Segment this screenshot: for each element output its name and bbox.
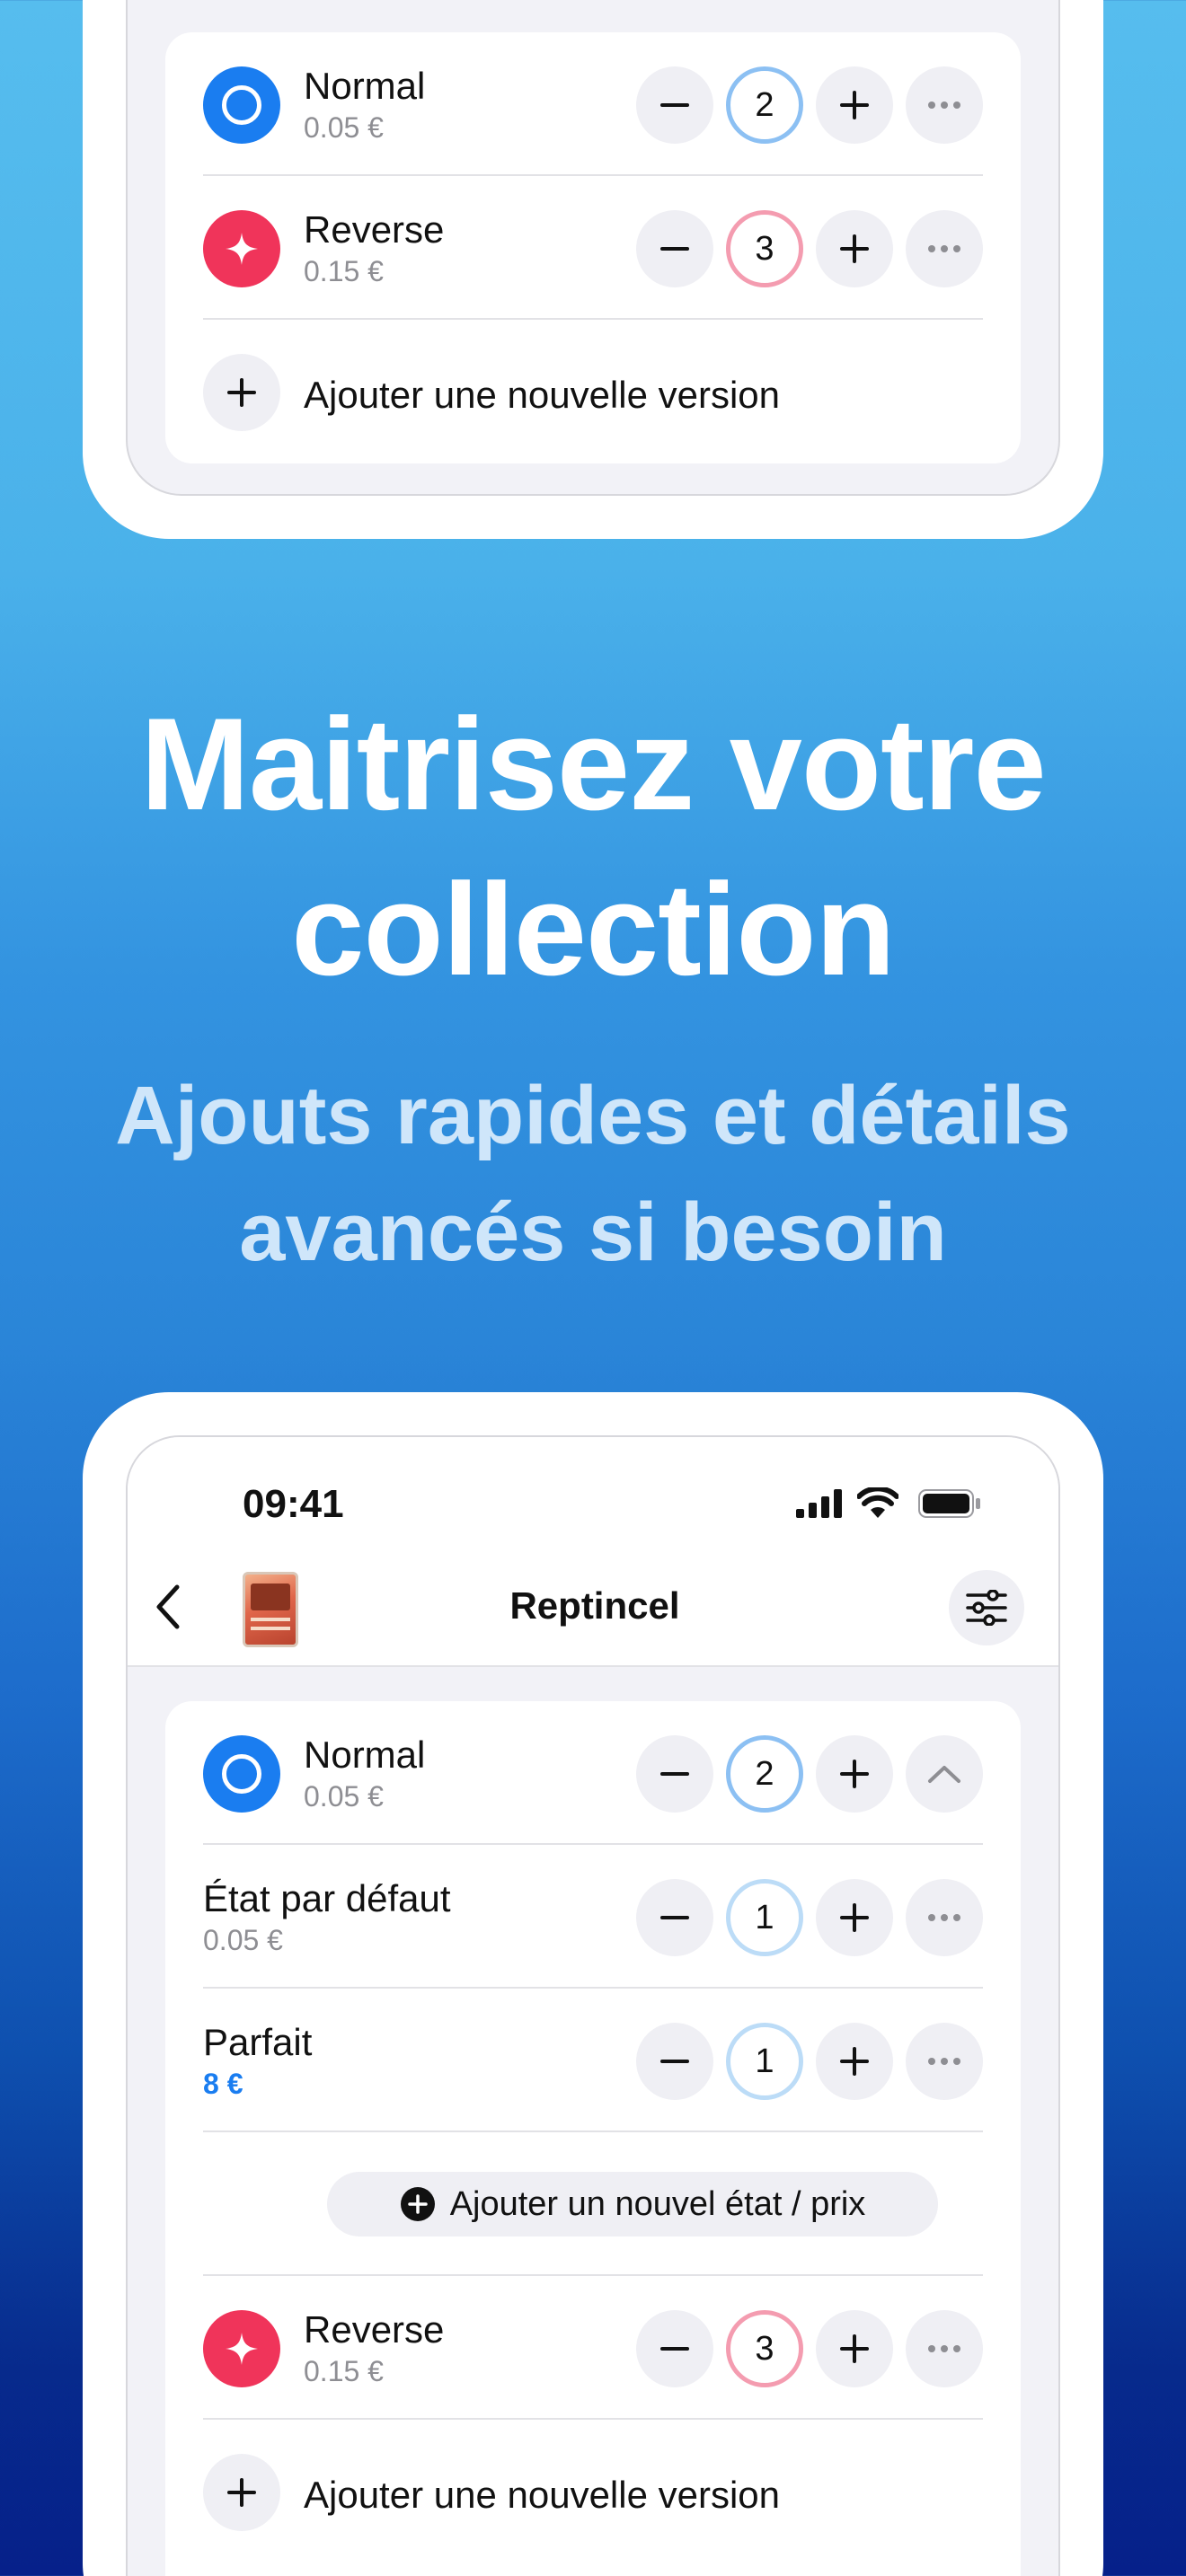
top-phone-frame: Normal 0.05 € 2 Reverse 0.15 € 3 Ajouter… bbox=[83, 0, 1103, 539]
condition-title: Parfait bbox=[203, 2021, 313, 2063]
add-condition-row: Ajouter un nouvel état / prix bbox=[203, 2132, 983, 2276]
version-detail-card: Normal 0.05 € 2 État par défaut 0.05 € 1… bbox=[165, 1701, 1021, 2576]
promo-subline-line2: avancés si besoin bbox=[239, 1187, 947, 1278]
minus-icon bbox=[660, 1916, 689, 1919]
version-title: Reverse bbox=[304, 208, 445, 251]
promo-headline-line2: collection bbox=[291, 856, 895, 1002]
sparkle-icon bbox=[203, 2310, 280, 2387]
circle-icon bbox=[203, 66, 280, 144]
bottom-phone-screen: 09:41 Reptincel Normal 0.05 € 2 État par… bbox=[126, 1435, 1060, 2576]
quantity-counter[interactable]: 2 bbox=[726, 1735, 803, 1813]
minus-icon bbox=[660, 247, 689, 251]
version-title: Normal bbox=[304, 65, 426, 107]
sparkle-icon bbox=[203, 210, 280, 287]
plus-icon bbox=[840, 1903, 869, 1932]
condition-row-default: État par défaut 0.05 € 1 bbox=[203, 1845, 983, 1989]
app-header: 09:41 Reptincel bbox=[128, 1437, 1058, 1667]
page-title: Reptincel bbox=[509, 1584, 680, 1627]
plus-icon bbox=[227, 378, 256, 407]
wifi-icon bbox=[857, 1487, 898, 1518]
condition-price: 0.05 € bbox=[203, 1924, 283, 1956]
collapse-button[interactable] bbox=[906, 1735, 983, 1813]
decrement-button[interactable] bbox=[636, 2310, 713, 2387]
minus-icon bbox=[660, 2060, 689, 2063]
more-options-button[interactable] bbox=[906, 210, 983, 287]
increment-button[interactable] bbox=[816, 2310, 893, 2387]
bottom-phone-frame: 09:41 Reptincel Normal 0.05 € 2 État par… bbox=[83, 1392, 1103, 2576]
decrement-button[interactable] bbox=[636, 2023, 713, 2100]
add-version-button[interactable] bbox=[203, 354, 280, 431]
version-row-normal: Normal 0.05 € 2 bbox=[203, 32, 983, 176]
status-time: 09:41 bbox=[243, 1482, 344, 1526]
ellipsis-icon bbox=[928, 245, 960, 252]
more-options-button[interactable] bbox=[906, 66, 983, 144]
plus-circle-icon bbox=[400, 2187, 435, 2221]
more-options-button[interactable] bbox=[906, 2023, 983, 2100]
decrement-button[interactable] bbox=[636, 1735, 713, 1813]
plus-icon bbox=[840, 2334, 869, 2363]
version-price: 0.05 € bbox=[304, 111, 384, 144]
promo-subline-line1: Ajouts rapides et détails bbox=[115, 1070, 1071, 1161]
version-price: 0.15 € bbox=[304, 2355, 384, 2387]
version-price: 0.15 € bbox=[304, 255, 384, 287]
minus-icon bbox=[660, 103, 689, 107]
plus-icon bbox=[227, 2478, 256, 2507]
minus-icon bbox=[660, 1772, 689, 1776]
ellipsis-icon bbox=[928, 101, 960, 109]
decrement-button[interactable] bbox=[636, 210, 713, 287]
cellular-signal-icon bbox=[796, 1489, 842, 1518]
quantity-counter[interactable]: 3 bbox=[726, 2310, 803, 2387]
ellipsis-icon bbox=[928, 1914, 960, 1921]
chevron-up-icon bbox=[928, 1766, 960, 1783]
battery-icon bbox=[918, 1489, 980, 1518]
version-row-normal: Normal 0.05 € 2 bbox=[203, 1701, 983, 1845]
decrement-button[interactable] bbox=[636, 1879, 713, 1956]
sliders-icon bbox=[966, 1590, 1007, 1626]
ellipsis-icon bbox=[928, 2345, 960, 2352]
plus-icon bbox=[840, 2047, 869, 2076]
add-version-label: Ajouter une nouvelle version bbox=[304, 2474, 781, 2516]
decrement-button[interactable] bbox=[636, 66, 713, 144]
version-row-reverse: Reverse 0.15 € 3 bbox=[203, 176, 983, 320]
version-title: Normal bbox=[304, 1734, 426, 1776]
filter-button[interactable] bbox=[949, 1570, 1024, 1645]
add-condition-button[interactable]: Ajouter un nouvel état / prix bbox=[327, 2172, 938, 2236]
increment-button[interactable] bbox=[816, 210, 893, 287]
increment-button[interactable] bbox=[816, 1735, 893, 1813]
add-version-row[interactable]: Ajouter une nouvelle version bbox=[203, 320, 983, 463]
increment-button[interactable] bbox=[816, 1879, 893, 1956]
ellipsis-icon bbox=[928, 2058, 960, 2065]
quantity-counter[interactable]: 1 bbox=[726, 1879, 803, 1956]
add-condition-label: Ajouter un nouvel état / prix bbox=[449, 2184, 866, 2223]
more-options-button[interactable] bbox=[906, 2310, 983, 2387]
minus-icon bbox=[660, 2347, 689, 2351]
condition-price: 8 € bbox=[203, 2068, 243, 2100]
condition-title: État par défaut bbox=[203, 1877, 451, 1919]
condition-row-parfait: Parfait 8 € 1 bbox=[203, 1989, 983, 2132]
version-price: 0.05 € bbox=[304, 1780, 384, 1813]
add-version-label: Ajouter une nouvelle version bbox=[304, 374, 781, 416]
quantity-counter[interactable]: 2 bbox=[726, 66, 803, 144]
promo-headline-line1: Maitrisez votre bbox=[140, 691, 1046, 837]
quantity-counter[interactable]: 3 bbox=[726, 210, 803, 287]
top-phone-screen: Normal 0.05 € 2 Reverse 0.15 € 3 Ajouter… bbox=[126, 0, 1060, 496]
quantity-counter[interactable]: 1 bbox=[726, 2023, 803, 2100]
plus-icon bbox=[840, 91, 869, 119]
plus-icon bbox=[840, 234, 869, 263]
increment-button[interactable] bbox=[816, 66, 893, 144]
add-version-button[interactable] bbox=[203, 2454, 280, 2531]
version-row-reverse: Reverse 0.15 € 3 bbox=[203, 2276, 983, 2420]
version-title: Reverse bbox=[304, 2308, 445, 2351]
plus-icon bbox=[840, 1760, 869, 1788]
versions-card: Normal 0.05 € 2 Reverse 0.15 € 3 Ajouter… bbox=[165, 32, 1021, 463]
more-options-button[interactable] bbox=[906, 1879, 983, 1956]
circle-icon bbox=[203, 1735, 280, 1813]
add-version-row[interactable]: Ajouter une nouvelle version bbox=[203, 2420, 983, 2563]
increment-button[interactable] bbox=[816, 2023, 893, 2100]
